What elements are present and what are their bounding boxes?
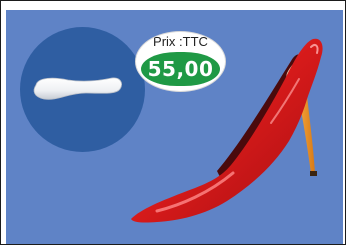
heel-pad-icon (33, 77, 122, 100)
price-label: Prix :TTC (153, 34, 208, 49)
price-value: 55,00 (141, 52, 220, 86)
product-frame: Prix :TTC 55,00 (0, 0, 346, 245)
price-badge: Prix :TTC 55,00 (135, 31, 226, 92)
